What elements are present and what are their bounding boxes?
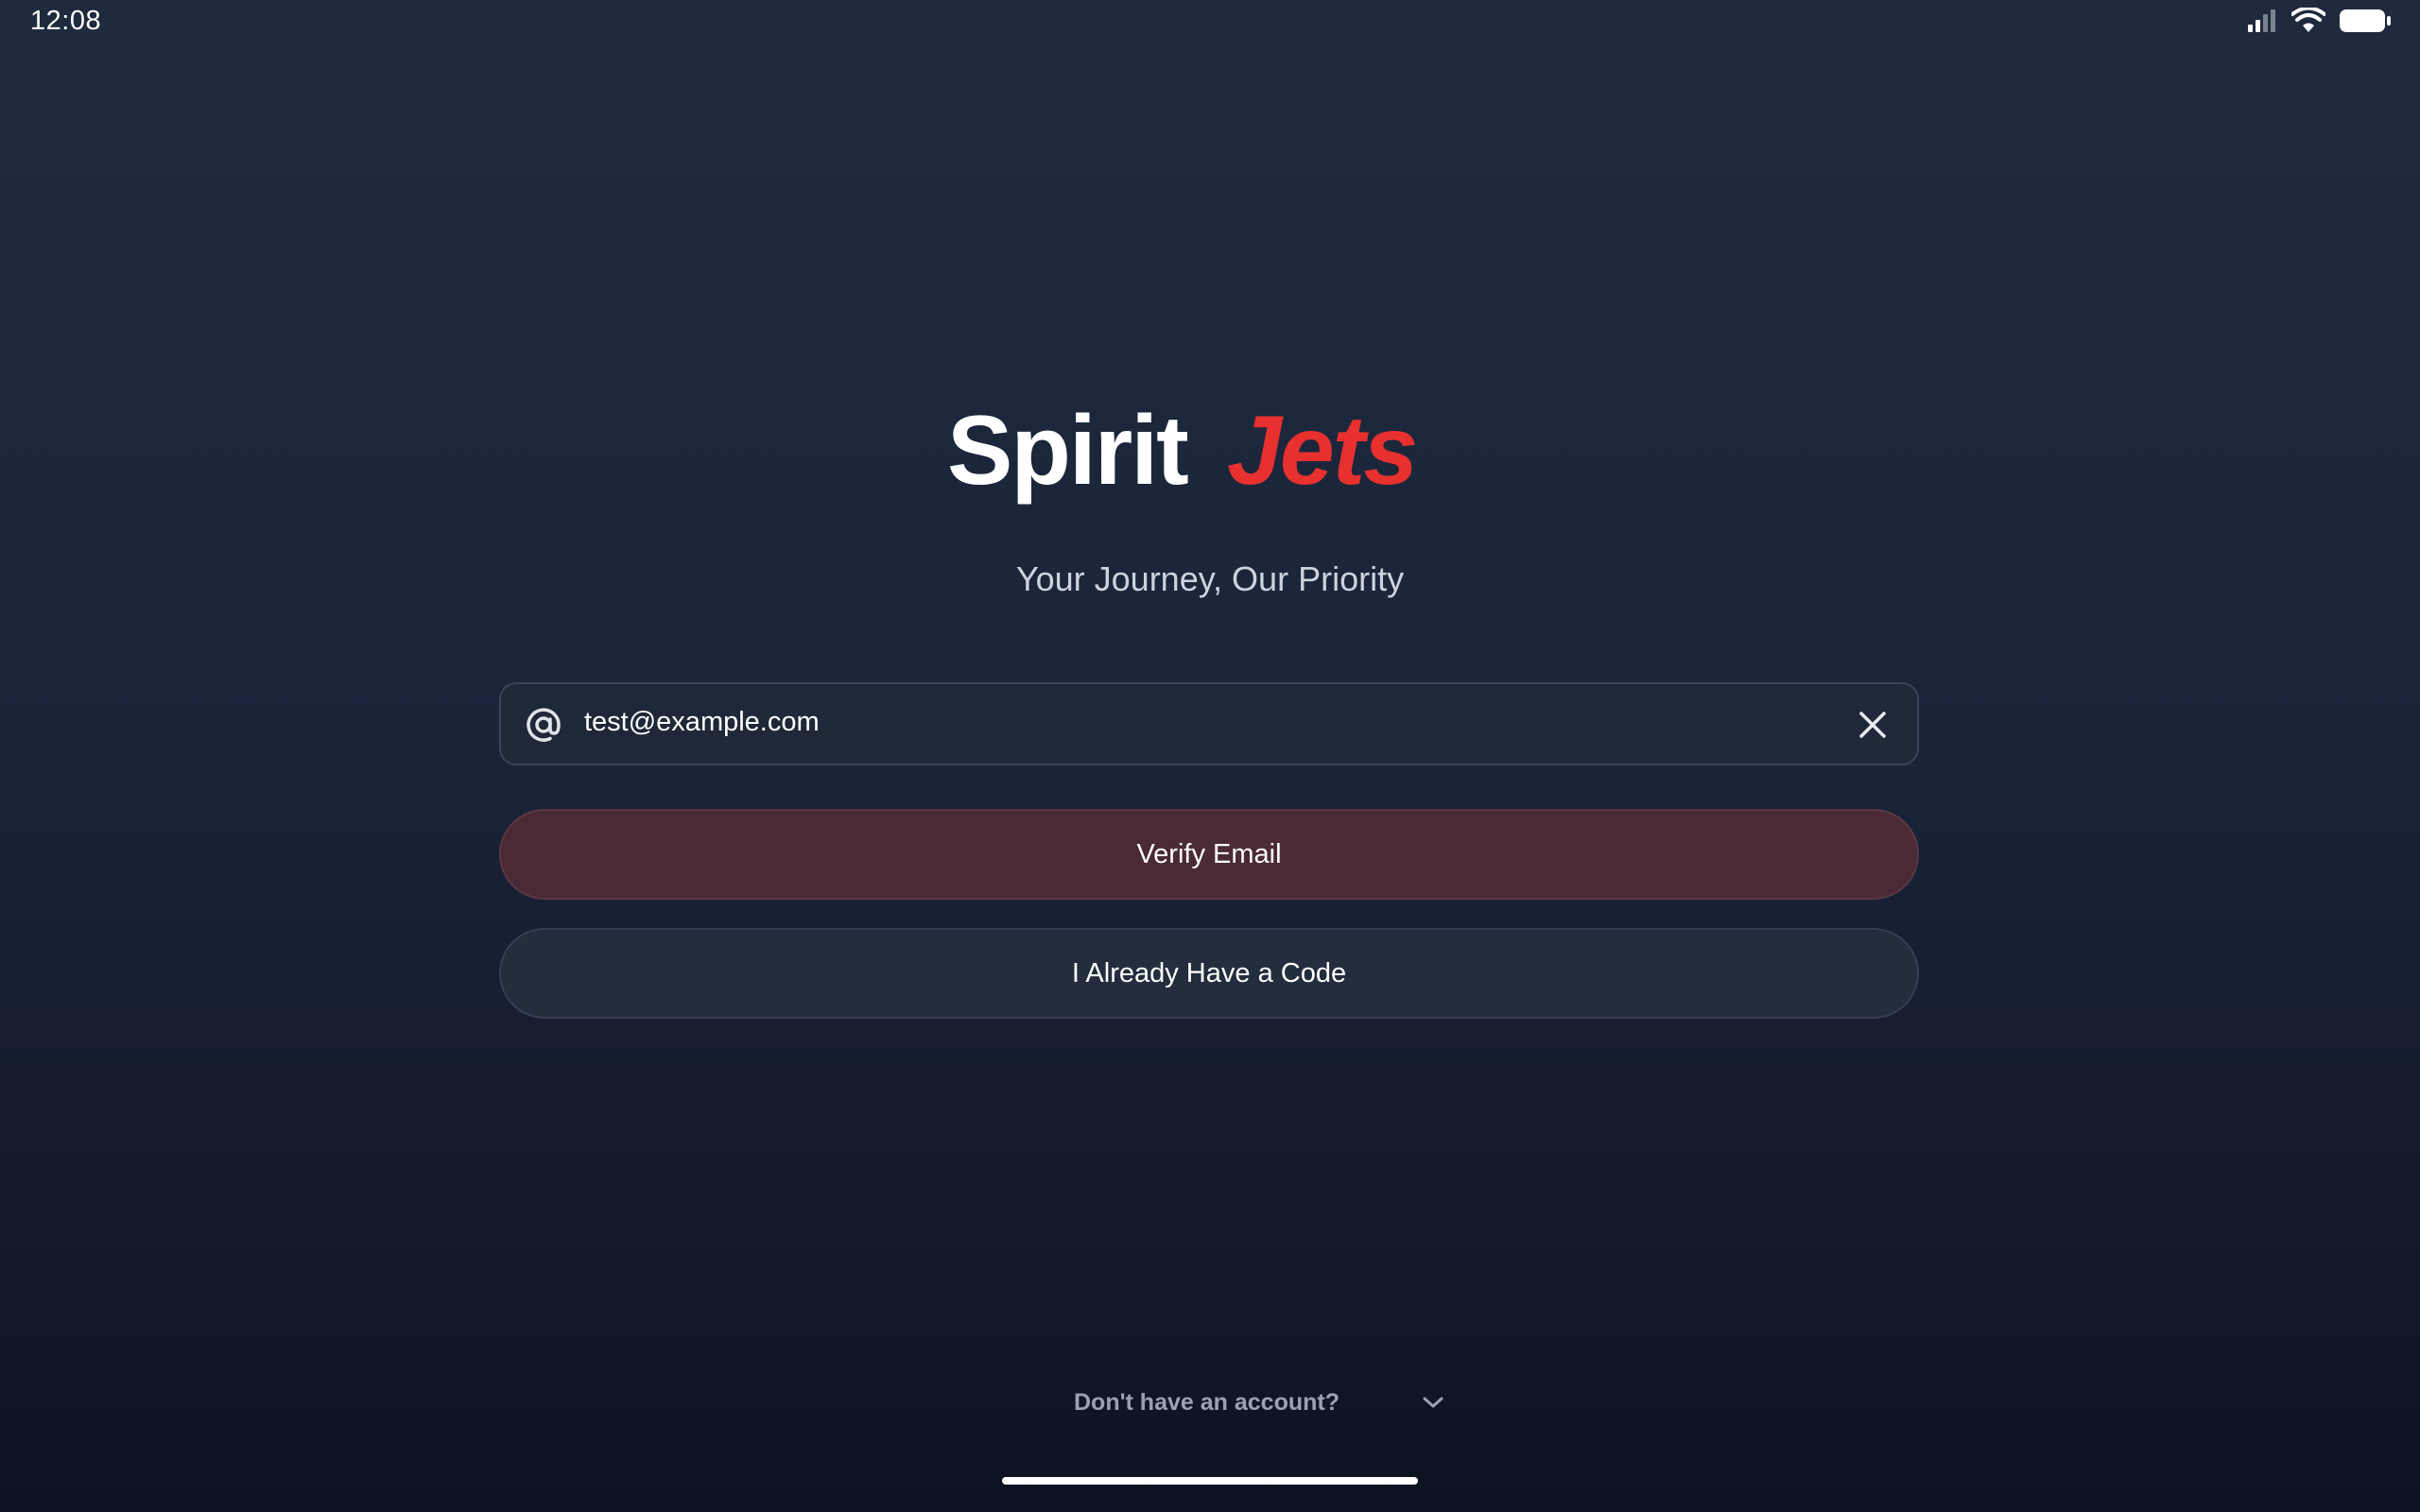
brand-logo: Spirit Jets <box>936 396 1484 510</box>
signup-label: Don't have an account? <box>1074 1389 1340 1416</box>
home-indicator[interactable] <box>1002 1477 1418 1485</box>
battery-icon <box>2339 8 2392 34</box>
already-have-code-button[interactable]: I Already Have a Code <box>499 928 1919 1019</box>
logo-text-accent: Jets <box>1227 397 1416 506</box>
status-bar: 12:08 <box>0 0 2420 45</box>
signup-toggle[interactable]: Don't have an account? <box>1068 1385 1446 1423</box>
email-field[interactable]: test@example.com <box>499 682 1919 765</box>
status-icons <box>2246 8 2392 34</box>
at-sign-icon <box>524 705 563 749</box>
close-icon[interactable] <box>1857 709 1889 746</box>
logo-text-primary: Spirit <box>947 397 1188 506</box>
wifi-icon <box>2291 8 2325 34</box>
tagline: Your Journey, Our Priority <box>1015 559 1405 598</box>
cellular-signal-icon <box>2246 9 2278 33</box>
status-time: 12:08 <box>30 6 102 36</box>
email-value[interactable]: test@example.com <box>584 707 820 738</box>
chevron-down-icon <box>1422 1393 1444 1417</box>
verify-email-button[interactable]: Verify Email <box>499 809 1919 900</box>
